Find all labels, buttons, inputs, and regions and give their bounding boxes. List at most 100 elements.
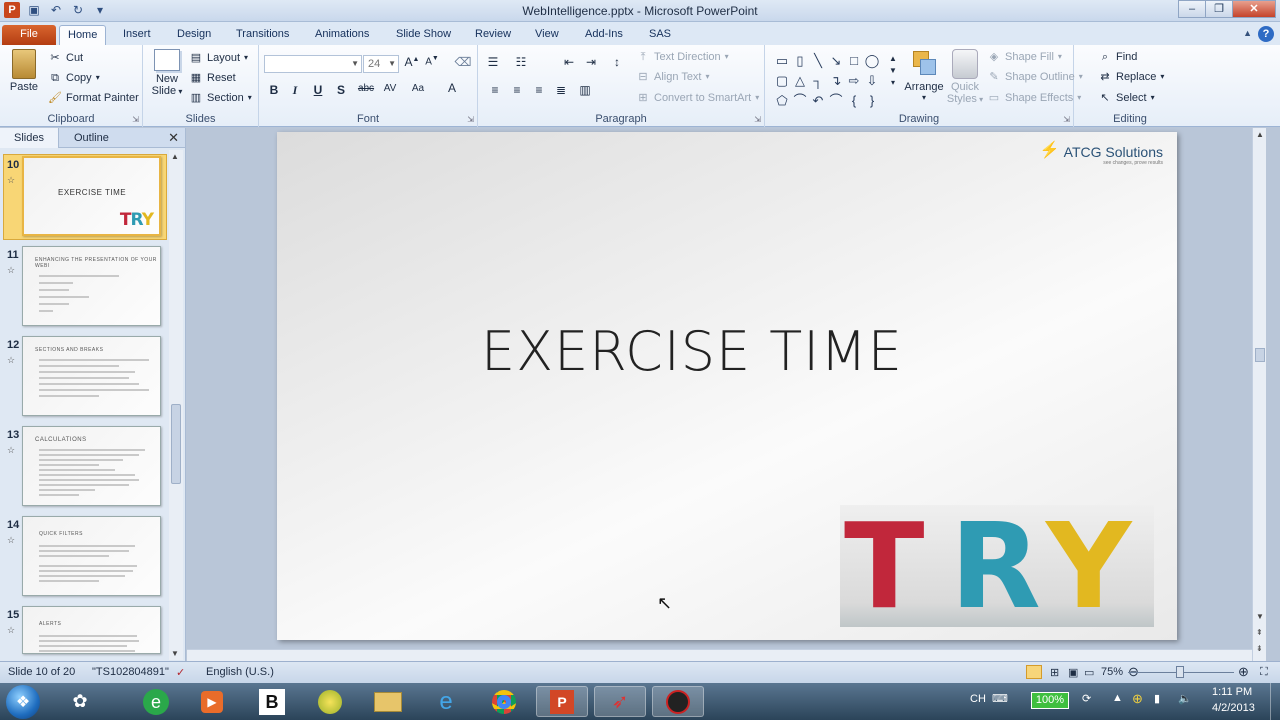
brace-right-icon[interactable]: } — [863, 91, 881, 111]
clock-date[interactable]: 4/2/2013 — [1212, 702, 1255, 714]
font-color-icon[interactable]: A — [443, 81, 461, 95]
help-icon[interactable]: ? — [1258, 26, 1274, 42]
normal-view-icon[interactable] — [1026, 665, 1042, 679]
line-shape-icon[interactable]: ╲ — [809, 51, 827, 71]
align-right-icon[interactable]: ≡ — [530, 83, 548, 97]
volume-icon[interactable]: 🔈 — [1178, 692, 1192, 705]
tab-animations[interactable]: Animations — [307, 25, 377, 45]
copy-button[interactable]: ⧉ Copy ▾ — [48, 69, 100, 87]
new-slide-button[interactable]: New Slide ▾ — [147, 49, 187, 97]
down-arrow-icon[interactable]: ⇩ — [863, 71, 881, 91]
cut-button[interactable]: ✂ Cut — [48, 49, 83, 67]
shrink-font-icon[interactable]: A▼ — [423, 55, 441, 67]
slide-thumbnail[interactable]: ENHANCING THE PRESENTATION OF YOUR WEBI — [22, 246, 161, 326]
shapes-gallery[interactable]: ▭ ▯ ╲ ↘ □ ◯ ▢ △ ┐ ↴ ⇨ ⇩ ⬠ ⌒ ↶ ⌒{} — [773, 51, 891, 111]
section-button[interactable]: ▥ Section ▾ — [189, 89, 252, 107]
paragraph-dialog-launcher-icon[interactable]: ⇲ — [754, 115, 761, 124]
grow-font-icon[interactable]: A▲ — [403, 55, 421, 69]
freeform-icon[interactable]: ↶ — [809, 91, 827, 111]
tab-add-ins[interactable]: Add-Ins — [577, 25, 631, 45]
increase-indent-icon[interactable]: ⇥ — [582, 55, 600, 69]
slide-scroll-thumb[interactable] — [1255, 348, 1265, 362]
taskbar-green-e-icon[interactable]: e — [130, 686, 182, 717]
replace-button[interactable]: ⇄ Replace ▾ — [1098, 68, 1164, 86]
taskbar-recorder-icon[interactable] — [652, 686, 704, 717]
layout-button[interactable]: ▤ Layout ▾ — [189, 49, 248, 67]
current-slide[interactable]: ⚡ ATCG Solutions see changes, prove resu… — [277, 132, 1177, 640]
tab-view[interactable]: View — [527, 25, 567, 45]
taskbar-chrome-icon[interactable] — [478, 686, 530, 717]
taskbar-app-icon[interactable]: ➶ — [594, 686, 646, 717]
zoom-level[interactable]: 75% — [1101, 666, 1123, 678]
show-desktop-button[interactable] — [1270, 683, 1280, 720]
reset-button[interactable]: ▦ Reset — [189, 69, 236, 87]
line-spacing-icon[interactable]: ↕ — [608, 55, 626, 69]
slide-thumbnail[interactable]: QUICK FILTERS — [22, 516, 161, 596]
keyboard-icon[interactable]: ⌨ — [992, 692, 1008, 705]
minimize-ribbon-icon[interactable]: ▲ — [1243, 28, 1252, 38]
align-text-button[interactable]: ⊟ Align Text ▾ — [636, 68, 709, 86]
tab-slides[interactable]: Slides — [0, 128, 59, 148]
start-button[interactable]: ❖ — [6, 685, 40, 719]
tab-outline[interactable]: Outline — [60, 128, 123, 148]
tab-sas[interactable]: SAS — [641, 25, 679, 45]
right-arrow-icon[interactable]: ⇨ — [845, 71, 863, 91]
elbow-arrow-icon[interactable]: ↴ — [827, 71, 845, 91]
slide-title[interactable]: EXERCISE TIME — [277, 320, 1107, 383]
taskbar-media-player-icon[interactable]: ▶ — [186, 686, 238, 717]
network-icon[interactable]: ▮ — [1154, 692, 1160, 705]
brace-left-icon[interactable]: { — [845, 91, 863, 111]
paste-button[interactable]: Paste — [6, 49, 42, 93]
shadow-icon[interactable]: S — [332, 83, 350, 97]
justify-icon[interactable]: ≣ — [552, 83, 570, 97]
shape-fill-button[interactable]: ◈ Shape Fill ▾ — [987, 48, 1062, 66]
align-center-icon[interactable]: ≡ — [508, 83, 526, 97]
panel-scroll-thumb[interactable] — [171, 404, 181, 484]
bullets-icon[interactable]: ☰ — [484, 55, 502, 69]
taskbar-colorful-app-icon[interactable]: ✿ — [54, 686, 106, 717]
arc-icon[interactable]: ⌒ — [827, 91, 845, 111]
slide-sorter-icon[interactable]: ⊞ — [1050, 666, 1059, 679]
change-case-icon[interactable]: Aa — [409, 83, 427, 94]
maximize-button[interactable]: ❐ — [1205, 0, 1233, 18]
curve-icon[interactable]: ⌒ — [791, 91, 809, 111]
show-hidden-icons[interactable]: ▲ — [1112, 692, 1123, 704]
quick-styles-button[interactable]: Quick Styles ▾ — [945, 49, 985, 105]
zoom-slider-thumb[interactable] — [1176, 666, 1184, 678]
font-size-combo[interactable]: 24 ▼ — [363, 55, 399, 73]
font-name-combo[interactable]: ▼ — [264, 55, 362, 73]
find-button[interactable]: ⌕ Find — [1098, 48, 1138, 66]
tab-slide-show[interactable]: Slide Show — [388, 25, 459, 45]
slide-horizontal-scrollbar[interactable] — [187, 649, 1252, 661]
convert-smartart-button[interactable]: ⊞ Convert to SmartArt ▾ — [636, 89, 759, 107]
input-language[interactable]: CH — [970, 693, 986, 705]
slide-vertical-scrollbar[interactable]: ▲ ▼ ⇞ ⇟ — [1252, 128, 1266, 661]
slide-thumbnail[interactable]: CALCULATIONS — [22, 426, 161, 506]
shapes-scroll[interactable]: ▲ ▼ ▾ — [889, 53, 897, 89]
try-letters-image[interactable]: T R Y — [840, 505, 1154, 627]
italic-icon[interactable]: I — [286, 83, 304, 98]
taskbar-explorer-icon[interactable] — [362, 686, 414, 717]
tab-transitions[interactable]: Transitions — [228, 25, 297, 45]
strikethrough-icon[interactable]: abc — [355, 83, 377, 94]
arrange-button[interactable]: Arrange ▾ — [903, 49, 945, 102]
language-indicator[interactable]: English (U.S.) — [206, 666, 274, 678]
shape-effects-button[interactable]: ▭ Shape Effects ▾ — [987, 89, 1082, 107]
clock-time[interactable]: 1:11 PM — [1212, 686, 1252, 698]
sync-icon[interactable]: ⟳ — [1082, 692, 1091, 705]
slide-thumbnail[interactable]: SECTIONS AND BREAKS — [22, 336, 161, 416]
shape-outline-button[interactable]: ✎ Shape Outline ▾ — [987, 68, 1082, 86]
drawing-dialog-launcher-icon[interactable]: ⇲ — [1063, 115, 1070, 124]
theme-name[interactable]: "TS102804891" — [92, 666, 169, 678]
spellcheck-icon[interactable]: ✓ — [176, 666, 185, 679]
decrease-indent-icon[interactable]: ⇤ — [560, 55, 578, 69]
panel-scrollbar[interactable]: ▲ ▼ — [169, 150, 183, 660]
slide-thumbnail[interactable]: EXERCISE TIME TRY — [22, 156, 161, 236]
vertical-textbox-icon[interactable]: ▯ — [791, 51, 809, 71]
char-spacing-icon[interactable]: AV — [381, 83, 399, 94]
bold-icon[interactable]: B — [265, 83, 283, 97]
select-button[interactable]: ↖ Select ▾ — [1098, 89, 1154, 107]
triangle-shape-icon[interactable]: △ — [791, 71, 809, 91]
tab-insert[interactable]: Insert — [115, 25, 159, 45]
align-left-icon[interactable]: ≡ — [486, 83, 504, 97]
